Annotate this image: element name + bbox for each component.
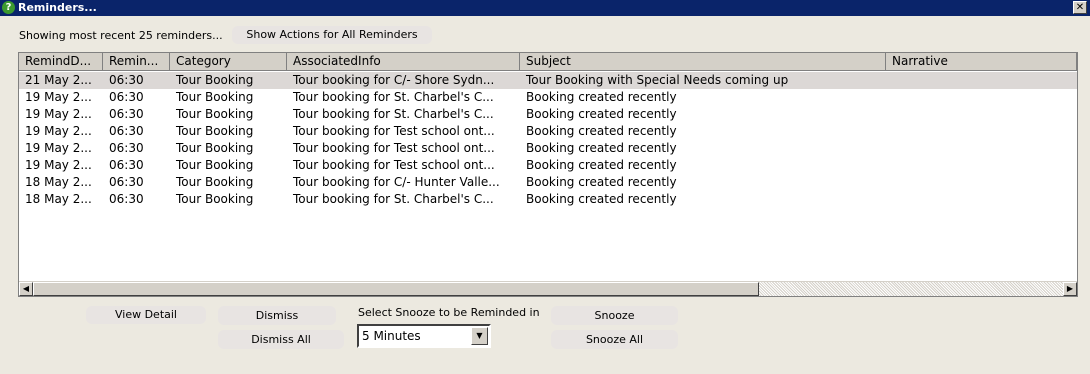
subject-cell: Tour Booking with Special Needs coming u… — [526, 73, 789, 87]
associated-info-cell: Tour booking for St. Charbel's C... — [293, 192, 494, 206]
remind-date-cell: 21 May 2... — [25, 73, 92, 87]
remind-date-cell: 19 May 2... — [25, 158, 92, 172]
arrow-right-icon[interactable]: ▶ — [1063, 282, 1077, 296]
remind-time-cell: 06:30 — [109, 90, 144, 104]
narrative-cell — [886, 140, 1077, 157]
remind-date-cell: 19 May 2... — [25, 124, 92, 138]
column-header-category[interactable]: Category — [170, 53, 287, 71]
narrative-cell — [886, 89, 1077, 106]
associated-info-cell: Tour booking for Test school ont... — [293, 141, 495, 155]
remind-date-cell: 18 May 2... — [25, 175, 92, 189]
associated-info-cell: Tour booking for St. Charbel's C... — [293, 107, 494, 121]
help-question-icon: ? — [2, 1, 15, 14]
subject-cell: Booking created recently — [526, 175, 677, 189]
remind-time-cell: 06:30 — [109, 141, 144, 155]
narrative-cell — [886, 72, 1077, 89]
dismiss-button[interactable]: Dismiss — [218, 306, 336, 325]
snooze-label: Select Snooze to be Reminded in — [358, 306, 540, 319]
narrative-cell — [886, 106, 1077, 123]
column-header-remind-time[interactable]: Remin... — [103, 53, 170, 71]
table-row[interactable]: 21 May 2... 06:30 Tour Booking Tour booking… — [19, 72, 1077, 89]
remind-date-cell: 19 May 2... — [25, 90, 92, 104]
subject-cell: Booking created recently — [526, 90, 677, 104]
remind-time-cell: 06:30 — [109, 124, 144, 138]
dismiss-all-button[interactable]: Dismiss All — [218, 330, 344, 349]
narrative-cell — [886, 191, 1077, 208]
category-cell: Tour Booking — [176, 141, 254, 155]
column-header-narrative[interactable]: Narrative — [886, 53, 1077, 71]
horizontal-scrollbar[interactable]: ◀ ▶ — [19, 281, 1077, 296]
column-header-subject[interactable]: Subject — [520, 53, 886, 71]
window-title: Reminders... — [18, 1, 97, 14]
show-actions-button[interactable]: Show Actions for All Reminders — [232, 26, 432, 44]
remind-date-cell: 19 May 2... — [25, 107, 92, 121]
remind-date-cell: 18 May 2... — [25, 192, 92, 206]
category-cell: Tour Booking — [176, 73, 254, 87]
snooze-all-button[interactable]: Snooze All — [551, 330, 678, 349]
title-bar: ? Reminders... ✕ — [0, 0, 1090, 16]
table-row[interactable]: 18 May 2... 06:30 Tour Booking Tour booking… — [19, 191, 1077, 208]
column-header-remind-date[interactable]: RemindD... — [19, 53, 103, 71]
associated-info-cell: Tour booking for Test school ont... — [293, 124, 495, 138]
subject-cell: Booking created recently — [526, 192, 677, 206]
remind-time-cell: 06:30 — [109, 175, 144, 189]
remind-time-cell: 06:30 — [109, 107, 144, 121]
associated-info-cell: Tour booking for C/- Shore Sydn... — [293, 73, 495, 87]
table-row[interactable]: 19 May 2... 06:30 Tour Booking Tour booking… — [19, 140, 1077, 157]
table-row[interactable]: 18 May 2... 06:30 Tour Booking Tour booking… — [19, 174, 1077, 191]
scrollbar-thumb[interactable] — [33, 282, 759, 296]
close-icon[interactable]: ✕ — [1073, 1, 1087, 14]
chevron-down-icon[interactable]: ▼ — [471, 327, 488, 345]
table-row[interactable]: 19 May 2... 06:30 Tour Booking Tour booking… — [19, 157, 1077, 174]
narrative-cell — [886, 157, 1077, 174]
category-cell: Tour Booking — [176, 158, 254, 172]
arrow-left-icon[interactable]: ◀ — [19, 282, 33, 296]
subject-cell: Booking created recently — [526, 158, 677, 172]
remind-time-cell: 06:30 — [109, 192, 144, 206]
subject-cell: Booking created recently — [526, 124, 677, 138]
snooze-button[interactable]: Snooze — [551, 306, 678, 325]
remind-time-cell: 06:30 — [109, 158, 144, 172]
table-row[interactable]: 19 May 2... 06:30 Tour Booking Tour booking… — [19, 123, 1077, 140]
category-cell: Tour Booking — [176, 107, 254, 121]
table-row[interactable]: 19 May 2... 06:30 Tour Booking Tour booking… — [19, 89, 1077, 106]
scrollbar-track[interactable] — [759, 282, 1063, 296]
category-cell: Tour Booking — [176, 175, 254, 189]
table-row[interactable]: 19 May 2... 06:30 Tour Booking Tour booking… — [19, 106, 1077, 123]
remind-time-cell: 06:30 — [109, 73, 144, 87]
associated-info-cell: Tour booking for C/- Hunter Valle... — [293, 175, 500, 189]
snooze-select-value: 5 Minutes — [362, 329, 421, 343]
category-cell: Tour Booking — [176, 124, 254, 138]
associated-info-cell: Tour booking for St. Charbel's C... — [293, 90, 494, 104]
category-cell: Tour Booking — [176, 90, 254, 104]
column-header-associated-info[interactable]: AssociatedInfo — [287, 53, 520, 71]
associated-info-cell: Tour booking for Test school ont... — [293, 158, 495, 172]
reminders-grid[interactable]: RemindD... Remin... Category AssociatedI… — [18, 52, 1078, 297]
subject-cell: Booking created recently — [526, 141, 677, 155]
showing-count-text: Showing most recent 25 reminders... — [19, 29, 223, 42]
narrative-cell — [886, 174, 1077, 191]
narrative-cell — [886, 123, 1077, 140]
remind-date-cell: 19 May 2... — [25, 141, 92, 155]
view-detail-button[interactable]: View Detail — [86, 306, 206, 324]
snooze-select[interactable]: 5 Minutes ▼ — [357, 324, 491, 348]
subject-cell: Booking created recently — [526, 107, 677, 121]
category-cell: Tour Booking — [176, 192, 254, 206]
